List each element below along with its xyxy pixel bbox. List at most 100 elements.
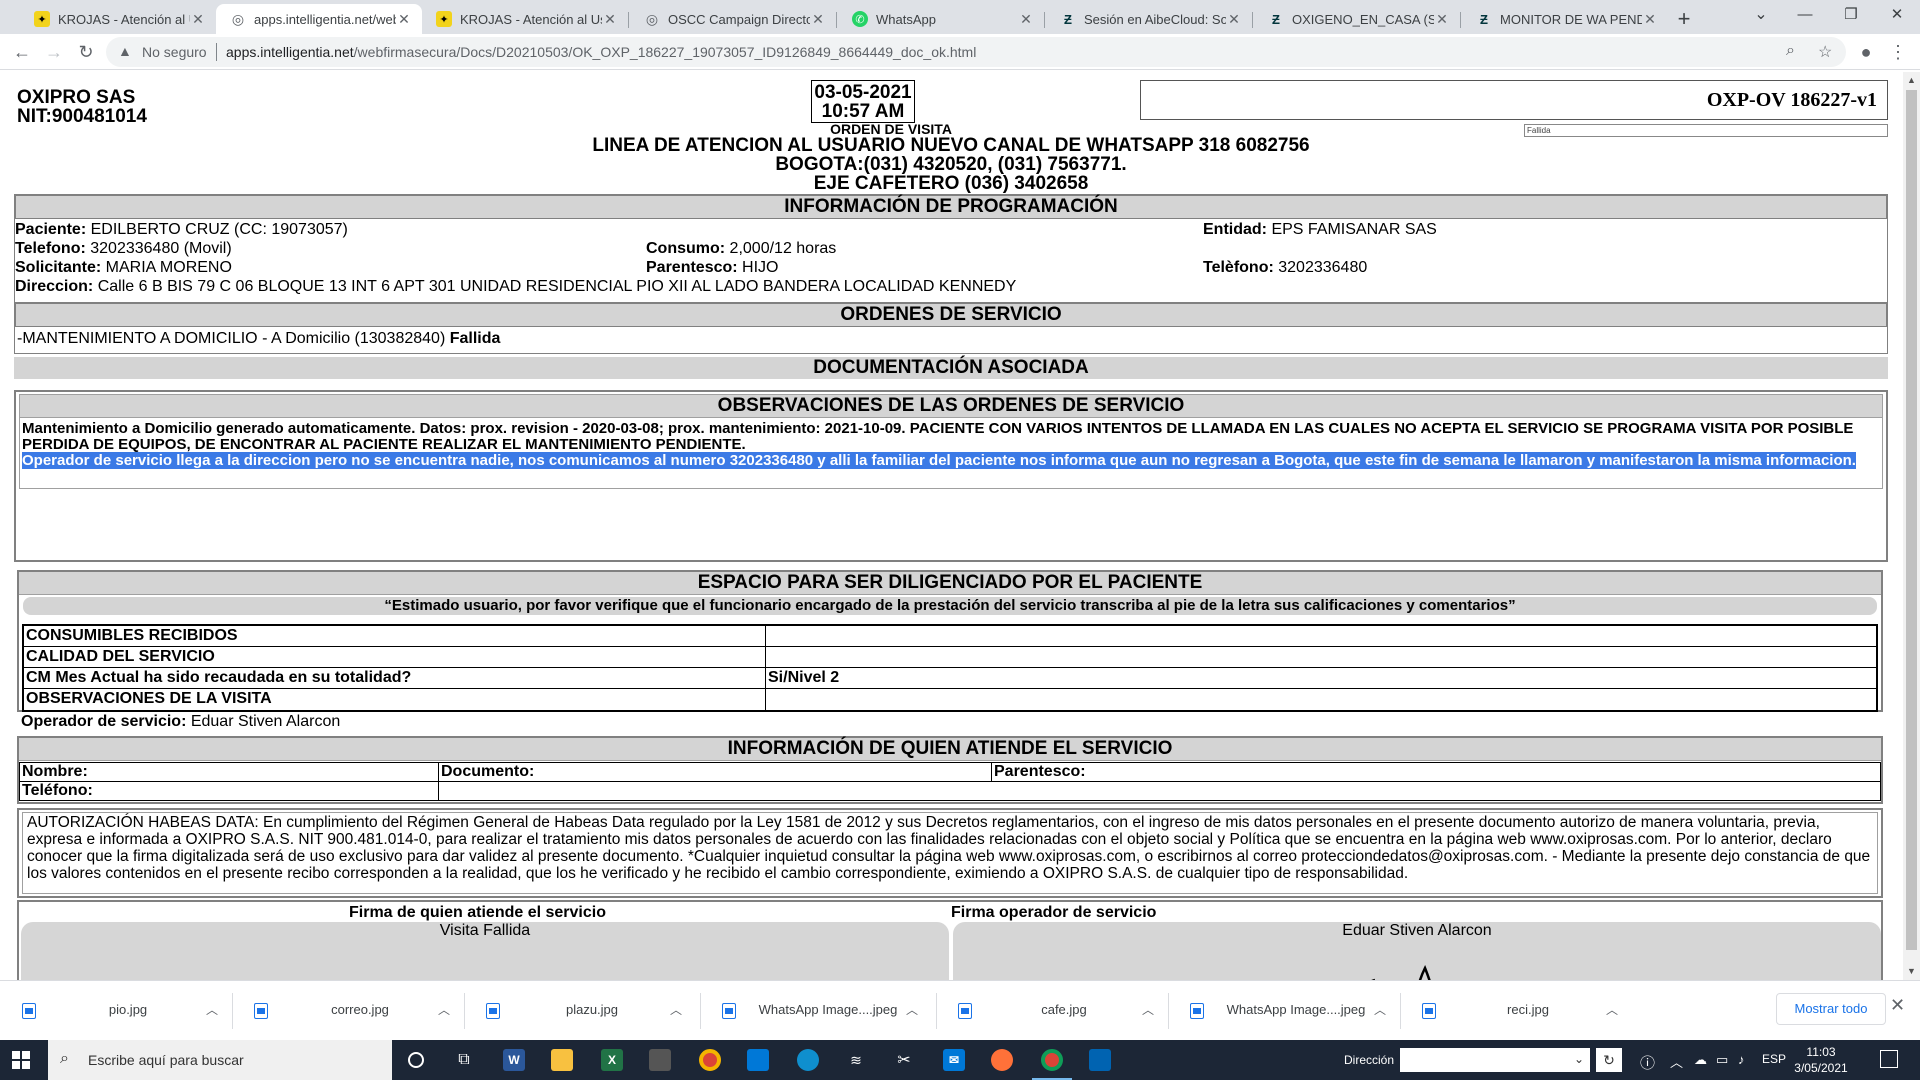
tab-monitor[interactable]: Ƶ MONITOR DE WA PENDIEN ✕ [1462, 4, 1668, 34]
language-indicator[interactable]: ESP [1762, 1052, 1786, 1066]
search-placeholder: Escribe aquí para buscar [88, 1052, 244, 1068]
eje-cafetero-phone: EJE CAFETERO (036) 3402658 [813, 173, 1089, 194]
excel-icon[interactable]: X [592, 1044, 632, 1076]
word-icon[interactable]: W [494, 1044, 534, 1076]
network-icon[interactable]: ▭ [1716, 1052, 1728, 1068]
restore-button[interactable]: ❐ [1828, 0, 1874, 34]
new-tab-button[interactable]: + [1670, 6, 1698, 34]
firefox-icon[interactable] [982, 1044, 1022, 1076]
tab-intelligentia[interactable]: ◎ apps.intelligentia.net/webf ✕ [216, 4, 422, 34]
close-icon[interactable]: ✕ [190, 11, 206, 28]
profile-avatar-icon[interactable]: ● [1852, 38, 1880, 66]
snip-icon[interactable]: ✂ [884, 1044, 924, 1076]
browser-toolbar: ← → ↻ ▲ No seguro apps.intelligentia.net… [0, 34, 1920, 70]
chevron-up-icon[interactable]: ︿ [206, 1001, 218, 1018]
photos-icon[interactable] [1080, 1044, 1120, 1076]
attendee-info-section: INFORMACIÓN DE QUIEN ATIENDE EL SERVICIO… [17, 736, 1883, 804]
scrollbar-thumb[interactable] [1906, 90, 1917, 950]
order-code: OXP-OV 186227-v1 [1706, 89, 1877, 111]
download-item[interactable]: reci.jpg ︿ [1414, 989, 1628, 1033]
bookmark-star-icon[interactable]: ☆ [1818, 42, 1832, 62]
minimize-button[interactable]: — [1782, 0, 1828, 34]
reload-icon[interactable]: ↻ [72, 38, 100, 66]
table-row: CM Mes Actual ha sido recaudada en su to… [24, 668, 1876, 689]
url-host: apps.intelligentia.net [226, 44, 354, 60]
browser-tab-strip: ✦ KROJAS - Atención al Usua ✕ ◎ apps.int… [0, 0, 1920, 34]
chevron-up-icon[interactable]: ︿ [438, 1001, 450, 1018]
menu-kebab-icon[interactable]: ⋮ [1884, 38, 1912, 66]
window-close-button[interactable]: ✕ [1874, 0, 1920, 34]
url-text[interactable]: apps.intelligentia.net/webfirmasecura/Do… [226, 44, 976, 60]
forward-arrow-icon[interactable]: → [40, 38, 68, 66]
close-icon[interactable]: ✕ [1226, 11, 1242, 28]
chrome-icon[interactable] [690, 1044, 730, 1076]
vertical-scrollbar[interactable]: ▲ ▼ [1903, 72, 1920, 980]
zoom-icon[interactable]: ⌕ [1786, 42, 1795, 60]
camera-icon[interactable] [640, 1044, 680, 1076]
taskbar-search-box[interactable]: ⌕ Escribe aquí para buscar [48, 1040, 392, 1080]
download-item[interactable]: plazu.jpg ︿ [478, 989, 692, 1033]
chevron-up-icon[interactable]: ︿ [1670, 1052, 1683, 1071]
back-arrow-icon[interactable]: ← [8, 38, 36, 66]
close-icon[interactable]: ✕ [1434, 11, 1450, 28]
onedrive-icon[interactable]: ☁ [1694, 1052, 1707, 1068]
cortana-icon[interactable] [396, 1044, 436, 1076]
company-header: OXIPRO SAS NIT:900481014 [17, 88, 147, 126]
download-filename: cafe.jpg [1041, 1002, 1087, 1017]
close-icon[interactable]: ✕ [396, 11, 412, 28]
service-operator: Operador de servicio: Eduar Stiven Alarc… [21, 713, 341, 730]
chevron-up-icon[interactable]: ︿ [1142, 1001, 1154, 1018]
close-icon[interactable]: ✕ [1642, 11, 1658, 28]
close-icon[interactable]: ✕ [1890, 995, 1905, 1016]
close-icon[interactable]: ✕ [1018, 11, 1034, 28]
volume-icon[interactable]: ♪ [1738, 1052, 1745, 1067]
image-file-icon [722, 1003, 736, 1019]
app-icon[interactable]: ≋ [836, 1044, 876, 1076]
scroll-up-arrow-icon[interactable]: ▲ [1903, 72, 1920, 89]
task-view-icon[interactable]: ⧉ [444, 1044, 484, 1076]
image-file-icon [22, 1003, 36, 1019]
date-time-box: 03-05-2021 10:57 AM [811, 80, 915, 123]
file-explorer-icon[interactable] [542, 1044, 582, 1076]
chrome-active-icon[interactable] [1032, 1044, 1072, 1076]
download-item[interactable]: cafe.jpg ︿ [950, 989, 1164, 1033]
download-filename: plazu.jpg [565, 1002, 619, 1017]
close-icon[interactable]: ✕ [602, 11, 618, 28]
tab-oxigeno[interactable]: Ƶ OXIGENO_EN_CASA (Sopo ✕ [1254, 4, 1460, 34]
chevron-up-icon[interactable]: ︿ [906, 1001, 918, 1018]
download-item[interactable]: WhatsApp Image....jpeg ︿ [1182, 989, 1396, 1033]
address-bar[interactable]: ▲ No seguro apps.intelligentia.net/webfi… [106, 37, 1846, 67]
notification-icon[interactable] [1880, 1050, 1898, 1068]
krojas-icon: ✦ [436, 11, 452, 27]
show-all-downloads-button[interactable]: Mostrar todo [1776, 993, 1886, 1025]
address-toolbar-input[interactable]: ⌄ [1400, 1048, 1590, 1072]
help-icon[interactable]: ⓘ [1640, 1052, 1655, 1073]
store-icon[interactable] [738, 1044, 778, 1076]
tab-aibecloud[interactable]: Ƶ Sesión en AibeCloud: Sopo ✕ [1046, 4, 1252, 34]
contact-header: ORDEN DE VISITA LINEA DE ATENCION AL USU… [14, 122, 1888, 193]
chevron-down-icon[interactable]: ⌄ [1574, 1052, 1584, 1066]
download-item[interactable]: pio.jpg ︿ [14, 989, 228, 1033]
clock-date: 3/05/2021 [1794, 1061, 1848, 1075]
tab-search-button[interactable]: ⌄ [1738, 0, 1784, 34]
tab-oscc[interactable]: ◎ OSCC Campaign Director - ✕ [630, 4, 836, 34]
system-clock[interactable]: 11:03 3/05/2021 [1786, 1044, 1856, 1076]
windows-start-icon[interactable] [12, 1051, 30, 1069]
chevron-up-icon[interactable]: ︿ [1374, 1001, 1386, 1018]
insecure-label[interactable]: No seguro [142, 44, 207, 60]
tab-krojas-1[interactable]: ✦ KROJAS - Atención al Usua ✕ [20, 4, 216, 34]
tab-krojas-2[interactable]: ✦ KROJAS - Atención al Usua ✕ [422, 4, 628, 34]
scroll-down-arrow-icon[interactable]: ▼ [1903, 963, 1920, 980]
edge-icon[interactable] [788, 1044, 828, 1076]
warning-icon[interactable]: ▲ [118, 43, 132, 59]
chevron-up-icon[interactable]: ︿ [670, 1001, 682, 1018]
signatures-section: Firma de quien atiende el servicio Firma… [17, 900, 1883, 980]
close-icon[interactable]: ✕ [810, 11, 826, 28]
chevron-up-icon[interactable]: ︿ [1606, 1001, 1618, 1018]
tab-whatsapp[interactable]: ✆ WhatsApp ✕ [838, 4, 1044, 34]
download-item[interactable]: WhatsApp Image....jpeg ︿ [714, 989, 928, 1033]
refresh-icon[interactable]: ↻ [1596, 1048, 1622, 1072]
entity-field: Entidad: EPS FAMISANAR SAS [1203, 221, 1437, 238]
download-item[interactable]: correo.jpg ︿ [246, 989, 460, 1033]
mail-icon[interactable]: ✉ [934, 1044, 974, 1076]
